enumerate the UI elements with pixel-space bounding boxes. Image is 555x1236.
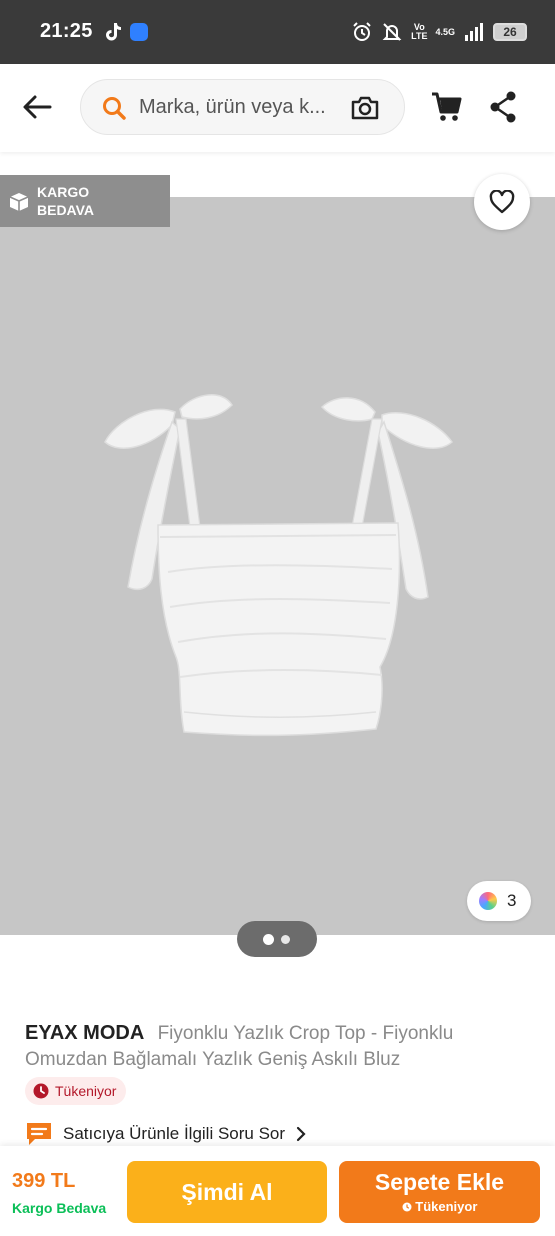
price: 399 TL xyxy=(12,1170,76,1192)
volte-line2: LTE xyxy=(411,31,428,41)
product-image xyxy=(104,394,453,737)
image-pager[interactable] xyxy=(237,921,317,957)
search-input[interactable] xyxy=(139,80,339,134)
search-icon xyxy=(103,97,126,120)
network-type: 4.5G xyxy=(435,27,455,37)
chevron-right-icon xyxy=(296,1126,306,1142)
status-icons: Vo LTE 4.5G 26 xyxy=(351,18,527,46)
buy-now-button[interactable]: Şimdi Al xyxy=(127,1161,327,1223)
status-bar: 21:25 Vo LTE 4.5G 26 xyxy=(0,0,555,64)
low-stock-text: Tükeniyor xyxy=(55,1083,117,1099)
camera-search-icon[interactable] xyxy=(350,94,380,122)
brand-name[interactable]: EYAX MODA xyxy=(25,1022,144,1044)
cart-icon[interactable] xyxy=(430,90,464,124)
pager-dot[interactable] xyxy=(281,935,290,944)
volte-indicator: Vo LTE xyxy=(411,23,427,41)
search-bar[interactable] xyxy=(80,79,405,135)
share-icon[interactable] xyxy=(488,90,518,124)
free-shipping-badge: KARGO BEDAVA xyxy=(0,175,170,227)
heart-icon xyxy=(489,190,515,214)
free-shipping-label: Kargo Bedava xyxy=(12,1200,107,1216)
alarm-icon xyxy=(353,22,371,41)
favorite-button[interactable] xyxy=(474,174,530,230)
product-image-gallery[interactable] xyxy=(0,197,555,935)
battery-indicator: 26 xyxy=(493,23,527,41)
add-to-cart-stock-text: Tükeniyor xyxy=(415,1199,478,1214)
signal-icon xyxy=(465,23,483,41)
back-arrow-icon[interactable] xyxy=(20,90,54,124)
product-title: EYAX MODA Fiyonklu Yazlık Crop Top - Fiy… xyxy=(25,1020,535,1073)
top-app-bar xyxy=(0,64,555,152)
color-palette-icon xyxy=(479,892,497,910)
box-icon xyxy=(9,193,29,211)
tiktok-icon xyxy=(106,23,121,41)
add-to-cart-stock-note: Tükeniyor xyxy=(339,1199,540,1214)
color-variants-button[interactable]: 3 xyxy=(467,881,531,921)
add-to-cart-label: Sepete Ekle xyxy=(374,1169,505,1195)
app-notification-icon xyxy=(130,23,148,41)
pager-dot-active[interactable] xyxy=(263,934,274,945)
low-stock-badge: Tükeniyor xyxy=(25,1077,127,1105)
clock-icon xyxy=(402,1202,412,1212)
color-variants-count: 3 xyxy=(507,891,517,910)
ask-seller-text: Satıcıya Ürünle İlgili Soru Sor xyxy=(63,1124,286,1143)
status-time: 21:25 xyxy=(40,20,93,42)
free-shipping-badge-text: KARGO BEDAVA xyxy=(37,184,95,218)
chat-bubble-icon xyxy=(27,1123,51,1145)
mute-bell-icon xyxy=(382,23,402,41)
bottom-action-bar: 399 TL Kargo Bedava Şimdi Al Sepete Ekle… xyxy=(0,1146,555,1236)
add-to-cart-button[interactable]: Sepete Ekle Tükeniyor xyxy=(339,1161,540,1223)
ask-seller-link[interactable]: Satıcıya Ürünle İlgili Soru Sor xyxy=(25,1120,307,1148)
clock-icon xyxy=(33,1083,49,1099)
